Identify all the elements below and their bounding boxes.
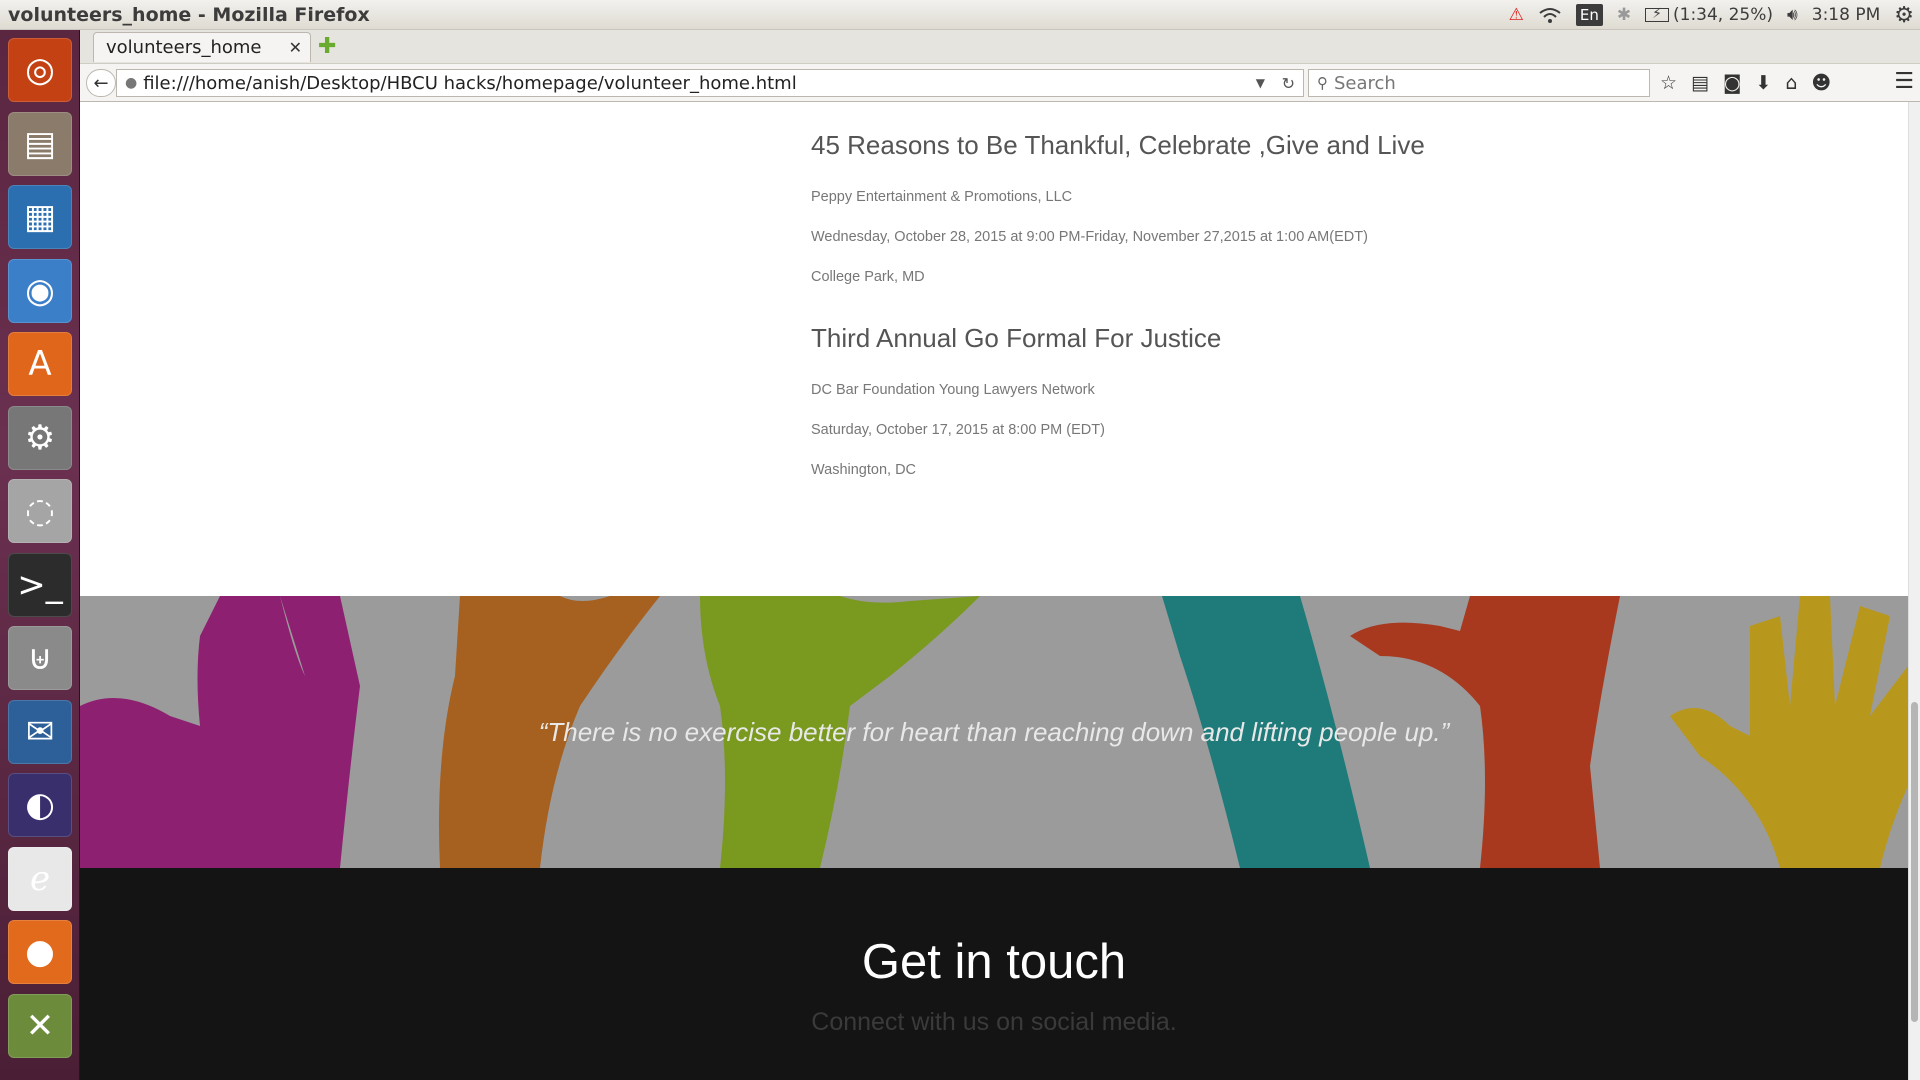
back-button[interactable]: ← [86, 69, 116, 97]
bookmarks-menu-icon[interactable]: ▤ [1691, 72, 1709, 94]
url-text: file:///home/anish/Desktop/HBCU hacks/ho… [143, 72, 797, 94]
event-title[interactable]: Third Annual Go Formal For Justice [811, 323, 1711, 354]
event-location: Washington, DC [811, 462, 917, 478]
search-placeholder: Search [1334, 72, 1396, 94]
home-icon[interactable]: ⌂ [1785, 72, 1797, 94]
keyboard-indicator[interactable]: En [1575, 4, 1603, 26]
tab-label: volunteers_home [106, 37, 262, 58]
terminal-icon[interactable]: >_ [8, 552, 72, 617]
download-icon[interactable]: ⬇ [1755, 72, 1771, 94]
files-icon[interactable]: ▤ [8, 111, 72, 176]
search-icon: ⚲ [1317, 74, 1328, 92]
evince-icon[interactable]: ℯ [8, 846, 72, 911]
event-title[interactable]: 45 Reasons to Be Thankful, Celebrate ,Gi… [811, 130, 1711, 161]
ubuntu-dash-icon[interactable]: ◎ [8, 38, 72, 102]
event-item: 45 Reasons to Be Thankful, Celebrate ,Gi… [811, 130, 1711, 309]
event-location: College Park, MD [811, 269, 925, 285]
indicator-area: ⚠ En ✱ ⚡ (1:34, 25%) 🔊︎ 3:18 PM ⚙ [1509, 0, 1914, 30]
tab-close-icon[interactable]: ✕ [289, 38, 302, 57]
arrow-left-icon: ← [93, 72, 109, 94]
toolbar-icons: ☆ ▤ ◙ ⬇ ⌂ ☻ [1660, 69, 1831, 97]
page-scrollbar[interactable] [1908, 102, 1920, 1080]
bluetooth-icon[interactable]: ✱ [1617, 5, 1631, 25]
top-panel: volunteers_home - Mozilla Firefox ⚠ En ✱… [0, 0, 1920, 30]
disk-icon[interactable]: ◌ [8, 479, 72, 543]
hello-chat-icon[interactable]: ☻ [1811, 72, 1831, 94]
site-info-icon[interactable]: ● [125, 75, 137, 91]
firefox-icon[interactable]: ● [8, 920, 72, 984]
app-icon[interactable]: ✕ [8, 993, 72, 1058]
libreoffice-impress-icon[interactable]: ▦ [8, 185, 72, 249]
warning-icon[interactable]: ⚠ [1509, 5, 1524, 25]
usb-creator-icon[interactable]: ⊎ [8, 626, 72, 690]
eclipse-icon[interactable]: ◐ [8, 773, 72, 837]
reload-icon[interactable]: ↻ [1282, 74, 1295, 93]
footer-title: Get in touch [861, 935, 1127, 989]
event-organizer: Peppy Entertainment & Promotions, LLC [811, 189, 1073, 205]
browser-chrome: volunteers_home ✕ ✚ ← ● file:///home/ani… [80, 30, 1920, 102]
system-settings-icon[interactable]: ⚙ [8, 405, 72, 470]
tab-volunteers-home[interactable]: volunteers_home ✕ [93, 32, 311, 62]
page-viewport: 45 Reasons to Be Thankful, Celebrate ,Gi… [80, 102, 1908, 1080]
history-dropdown-icon[interactable]: ▼ [1256, 76, 1265, 90]
event-item: Third Annual Go Formal For Justice DC Ba… [811, 323, 1711, 502]
thunderbird-icon[interactable]: ✉ [8, 699, 72, 764]
event-date: Wednesday, October 28, 2015 at 9:00 PM-F… [811, 229, 1368, 245]
quote-text: “There is no exercise better for heart t… [538, 716, 1450, 747]
software-center-icon[interactable]: A [8, 332, 72, 396]
volume-icon[interactable]: 🔊︎ [1787, 5, 1798, 25]
url-bar[interactable]: ● file:///home/anish/Desktop/HBCU hacks/… [116, 69, 1304, 97]
window-title: volunteers_home - Mozilla Firefox [8, 3, 370, 26]
wifi-icon[interactable] [1538, 6, 1562, 24]
event-organizer: DC Bar Foundation Young Lawyers Network [811, 382, 1095, 398]
search-input[interactable]: ⚲ Search [1308, 69, 1650, 97]
battery-icon: ⚡ [1645, 7, 1669, 22]
navigation-bar: ← ● file:///home/anish/Desktop/HBCU hack… [80, 63, 1920, 101]
event-date: Saturday, October 17, 2015 at 8:00 PM (E… [811, 422, 1105, 438]
bookmark-star-icon[interactable]: ☆ [1660, 72, 1677, 94]
battery-label: (1:34, 25%) [1673, 5, 1774, 25]
session-gear-icon[interactable]: ⚙ [1894, 3, 1914, 28]
battery-indicator[interactable]: ⚡ (1:34, 25%) [1645, 5, 1773, 25]
footer-subtitle: Connect with us on social media. [811, 1008, 1177, 1036]
new-tab-icon[interactable]: ✚ [318, 34, 336, 59]
clock[interactable]: 3:18 PM [1812, 5, 1881, 25]
scrollbar-thumb[interactable] [1911, 702, 1918, 1022]
chromium-icon[interactable]: ◉ [8, 258, 72, 323]
launcher: ◎ ▤ ▦ ◉ A ⚙ ◌ >_ ⊎ ✉ ◐ ℯ ● ✕ [0, 30, 80, 1080]
hamburger-menu-icon[interactable]: ☰ [1894, 69, 1914, 94]
pocket-icon[interactable]: ◙ [1723, 72, 1741, 94]
contact-footer: Get in touch Connect with us on social m… [80, 868, 1908, 1080]
quote-banner: “There is no exercise better for heart t… [80, 596, 1908, 868]
events-list: 45 Reasons to Be Thankful, Celebrate ,Gi… [811, 130, 1711, 516]
